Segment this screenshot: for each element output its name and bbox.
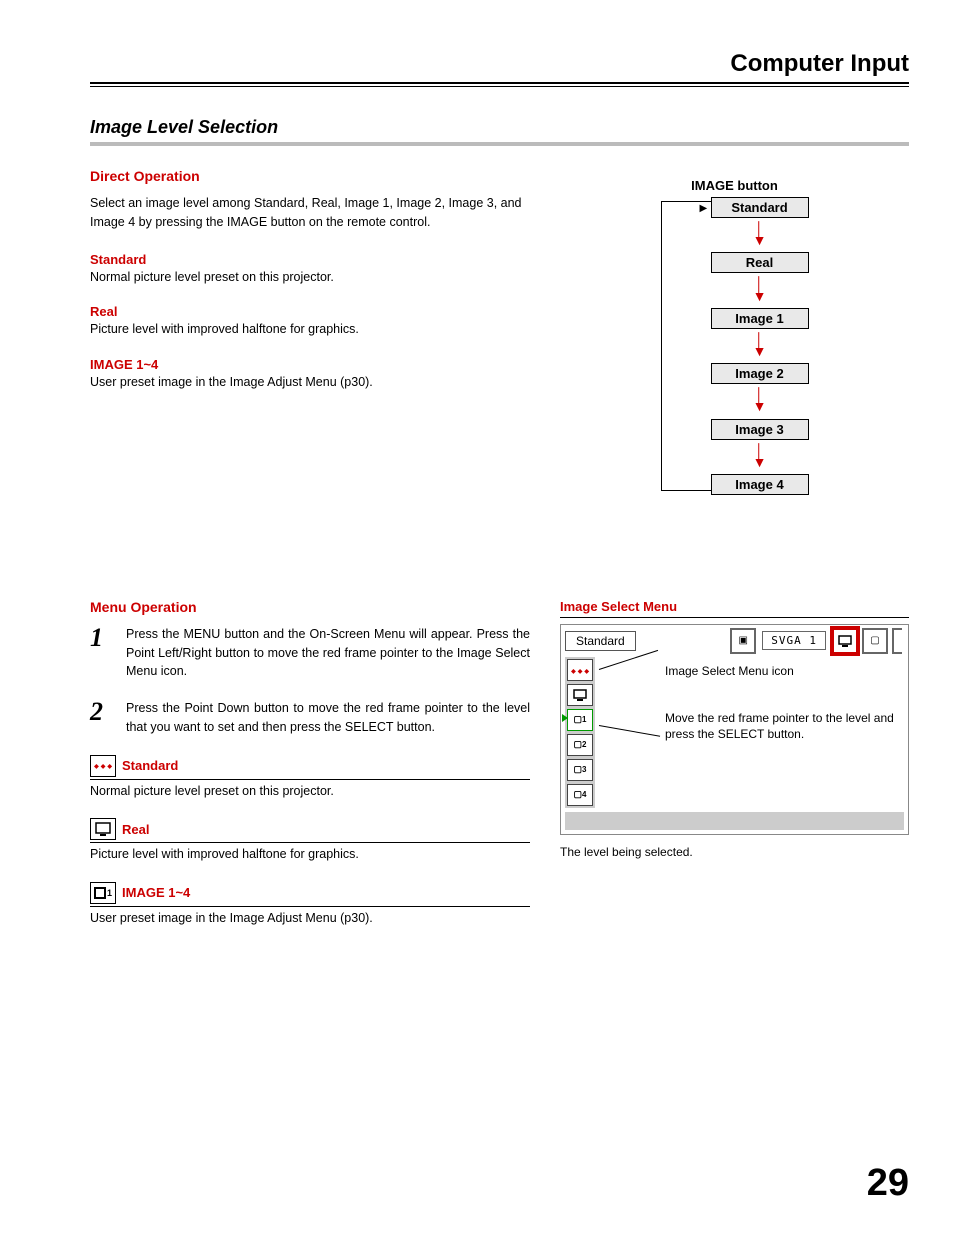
step-1: 1 Press the MENU button and the On-Scree… bbox=[90, 625, 530, 681]
term-real-desc: Picture level with improved halftone for… bbox=[90, 321, 530, 339]
icon-label: IMAGE 1~4 bbox=[122, 885, 190, 900]
side-icon-standard bbox=[567, 659, 593, 681]
term-block: Real Picture level with improved halfton… bbox=[90, 304, 530, 339]
term-block: IMAGE 1~4 User preset image in the Image… bbox=[90, 357, 530, 392]
menu-lower-bar bbox=[565, 812, 904, 830]
image-select-menu-icon bbox=[832, 628, 858, 654]
image-number-icon: 1 bbox=[90, 882, 116, 904]
flow-title: IMAGE button bbox=[560, 178, 909, 193]
flow-box: Standard bbox=[711, 197, 809, 218]
arrow-down-icon: │▼ bbox=[711, 224, 809, 246]
chapter-title: Computer Input bbox=[90, 50, 909, 84]
term-image14: IMAGE 1~4 bbox=[90, 357, 530, 372]
flow-box: Image 1 bbox=[711, 308, 809, 329]
term-block: Standard Normal picture level preset on … bbox=[90, 252, 530, 287]
icon-label: Real bbox=[122, 822, 149, 837]
flow-box: Image 4 bbox=[711, 474, 809, 495]
page-number: 29 bbox=[867, 1162, 909, 1205]
arrow-down-icon: │▼ bbox=[711, 390, 809, 412]
side-icon-real bbox=[567, 684, 593, 706]
menu-preview-box: Standard ▣ SVGA 1 ▢ ▢1 ▢2 bbox=[560, 624, 909, 835]
header-rule bbox=[90, 86, 909, 87]
annotation-move-pointer: Move the red frame pointer to the level … bbox=[665, 710, 894, 744]
menu-tab-icon: ▢ bbox=[862, 628, 888, 654]
menu-tab-icon-cut bbox=[892, 628, 902, 654]
side-icon-image3: ▢3 bbox=[567, 759, 593, 781]
image-button-flow: IMAGE button Standard │▼ Real │▼ Image 1… bbox=[560, 178, 909, 499]
side-icon-column: ▢1 ▢2 ▢3 ▢4 bbox=[565, 657, 595, 808]
term-standard-desc: Normal picture level preset on this proj… bbox=[90, 269, 530, 287]
icon-item-standard: Standard Normal picture level preset on … bbox=[90, 755, 530, 801]
menu-tab-icon: ▣ bbox=[730, 628, 756, 654]
icon-label: Standard bbox=[122, 758, 178, 773]
section-title: Image Level Selection bbox=[90, 117, 909, 146]
term-real: Real bbox=[90, 304, 530, 319]
step-number: 1 bbox=[90, 625, 114, 681]
menu-caption: The level being selected. bbox=[560, 845, 909, 859]
menu-top-bar: Standard ▣ SVGA 1 ▢ bbox=[565, 629, 904, 653]
icon-item-real: Real Picture level with improved halfton… bbox=[90, 818, 530, 864]
step-text: Press the MENU button and the On-Screen … bbox=[126, 625, 530, 681]
arrow-down-icon: │▼ bbox=[711, 279, 809, 301]
annotation-image-select-icon: Image Select Menu icon bbox=[665, 663, 894, 680]
term-image14-desc: User preset image in the Image Adjust Me… bbox=[90, 374, 530, 392]
side-icon-image1: ▢1 bbox=[567, 709, 593, 731]
flow-box: Real bbox=[711, 252, 809, 273]
icon-item-image14: 1 IMAGE 1~4 User preset image in the Ima… bbox=[90, 882, 530, 928]
flow-box: Image 2 bbox=[711, 363, 809, 384]
menu-operation-heading: Menu Operation bbox=[90, 599, 530, 615]
direct-operation-intro: Select an image level among Standard, Re… bbox=[90, 194, 530, 232]
flow-box: Image 3 bbox=[711, 419, 809, 440]
standard-icon bbox=[90, 755, 116, 777]
term-standard: Standard bbox=[90, 252, 530, 267]
step-2: 2 Press the Point Down button to move th… bbox=[90, 699, 530, 737]
icon-desc: User preset image in the Image Adjust Me… bbox=[90, 906, 530, 928]
arrow-down-icon: │▼ bbox=[711, 446, 809, 468]
menu-preview-heading: Image Select Menu bbox=[560, 599, 909, 618]
arrow-down-icon: │▼ bbox=[711, 335, 809, 357]
icon-desc: Normal picture level preset on this proj… bbox=[90, 779, 530, 801]
step-text: Press the Point Down button to move the … bbox=[126, 699, 530, 737]
menu-current-label: Standard bbox=[565, 631, 636, 651]
step-number: 2 bbox=[90, 699, 114, 737]
side-icon-image4: ▢4 bbox=[567, 784, 593, 806]
icon-desc: Picture level with improved halftone for… bbox=[90, 842, 530, 864]
svga-label: SVGA 1 bbox=[762, 631, 826, 650]
direct-operation-heading: Direct Operation bbox=[90, 168, 530, 184]
real-icon bbox=[90, 818, 116, 840]
side-icon-image2: ▢2 bbox=[567, 734, 593, 756]
